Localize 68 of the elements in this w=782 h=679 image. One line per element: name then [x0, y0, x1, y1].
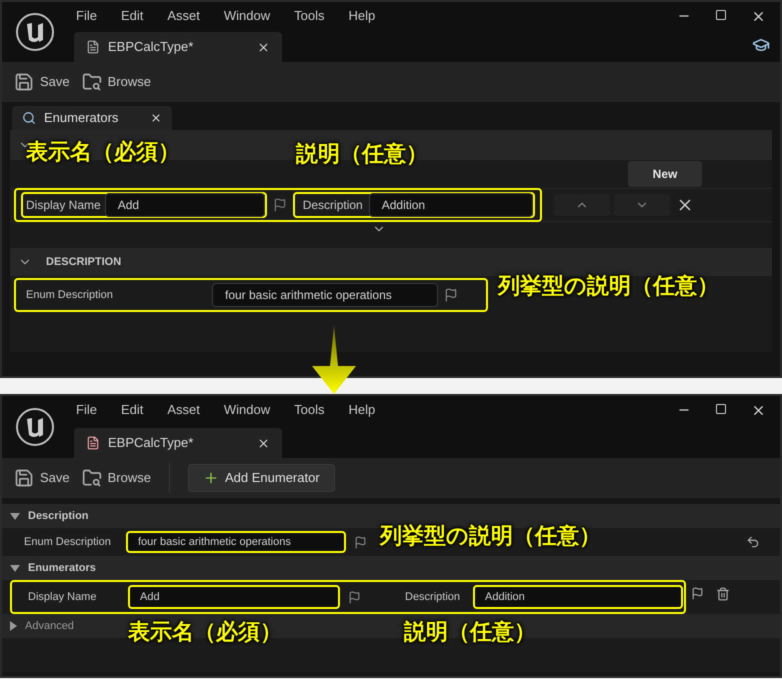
document-icon	[86, 436, 100, 450]
browse-button[interactable]: Browse	[82, 72, 151, 92]
section-header[interactable]: Enumerators	[28, 560, 96, 576]
menu-item[interactable]: File	[76, 400, 97, 420]
arrow-drawing	[312, 326, 356, 394]
collapsed-arrow-icon[interactable]	[10, 621, 17, 631]
folder-search-icon	[82, 468, 102, 488]
enumerators-tab[interactable]: Enumerators	[12, 106, 172, 130]
delete-icon[interactable]	[716, 587, 730, 601]
add-enumerator-button[interactable]: Add Enumerator	[188, 464, 335, 492]
search-icon	[22, 111, 36, 125]
document-tab[interactable]: EBPCalcType*	[74, 32, 282, 62]
document-icon	[86, 40, 100, 54]
annotation-label: 表示名（必須）	[128, 619, 282, 647]
close-tab-icon[interactable]	[257, 40, 270, 54]
menu-item[interactable]: Asset	[167, 6, 200, 26]
folder-search-icon	[82, 72, 102, 92]
annotation-label: 説明（任意）	[404, 619, 536, 647]
enum-description-field[interactable]: four basic arithmetic operations	[212, 283, 438, 307]
learn-icon[interactable]	[752, 36, 770, 54]
save-button[interactable]: Save	[14, 72, 70, 92]
flag-icon[interactable]	[444, 288, 458, 302]
browse-button[interactable]: Browse	[82, 468, 151, 488]
section-header[interactable]: Advanced	[25, 618, 74, 634]
field-label: Description	[405, 590, 462, 605]
menu-item[interactable]: Asset	[167, 400, 200, 420]
annotation-label: 表示名（必須）	[26, 139, 180, 167]
annotation-label: 列挙型の説明（任意）	[498, 273, 719, 301]
display-name-field[interactable]: Add	[104, 193, 265, 217]
maximize-icon[interactable]	[715, 402, 727, 414]
field-label: Display Name	[28, 590, 98, 605]
flag-icon[interactable]	[272, 198, 287, 212]
new-button[interactable]: New	[628, 161, 702, 187]
annotation-label: 説明（任意）	[296, 141, 428, 169]
flag-icon[interactable]	[354, 536, 367, 548]
menu-item[interactable]: Edit	[120, 400, 144, 420]
section-header[interactable]: Description	[28, 508, 89, 524]
enum-description-field[interactable]: four basic arithmetic operations	[126, 531, 346, 553]
menu-item[interactable]: Window	[224, 6, 270, 26]
section-header[interactable]: DESCRIPTION	[46, 254, 122, 270]
flag-icon[interactable]	[691, 587, 704, 600]
maximize-icon[interactable]	[715, 8, 727, 20]
menu-item[interactable]: Help	[348, 400, 376, 420]
display-name-field[interactable]: Add	[128, 585, 340, 609]
logo-icon	[15, 407, 55, 447]
menu-item[interactable]: Edit	[120, 6, 144, 26]
description-field[interactable]: Addition	[368, 193, 533, 217]
document-tab[interactable]: EBPCalcType*	[74, 428, 282, 458]
menu-item[interactable]: File	[76, 6, 97, 26]
flag-icon[interactable]	[348, 590, 361, 604]
field-label: Display Name	[26, 197, 101, 214]
expanded-arrow-icon[interactable]	[10, 512, 20, 520]
menu-item[interactable]: Tools	[294, 6, 324, 26]
close-tab-icon[interactable]	[257, 436, 270, 450]
expanded-arrow-icon[interactable]	[10, 564, 20, 572]
menu-item[interactable]: Help	[348, 6, 376, 26]
field-label: Enum Description	[26, 288, 114, 303]
description-field[interactable]: Addition	[473, 585, 683, 609]
menu-item[interactable]: Window	[224, 400, 270, 420]
save-button[interactable]: Save	[14, 468, 70, 488]
field-label: Description	[302, 197, 363, 214]
close-tab-icon[interactable]	[150, 112, 162, 124]
plus-icon	[203, 470, 219, 486]
menu-item[interactable]: Tools	[294, 400, 324, 420]
reset-icon[interactable]	[746, 535, 760, 549]
logo-icon	[15, 12, 55, 52]
field-label: Enum Description	[24, 534, 112, 550]
annotation-label: 列挙型の説明（任意）	[380, 523, 601, 551]
